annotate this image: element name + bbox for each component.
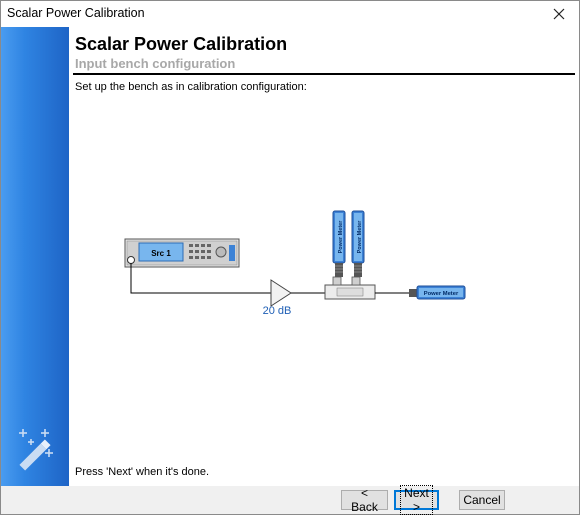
source-label: Src 1 bbox=[151, 249, 171, 258]
cancel-button[interactable]: Cancel bbox=[459, 490, 505, 510]
close-icon bbox=[553, 8, 565, 20]
power-meter-label-top-left: Power Meter bbox=[338, 220, 344, 254]
back-button[interactable]: < Back bbox=[341, 486, 388, 514]
button-bar: < Back Next > Cancel bbox=[1, 485, 579, 515]
title-bar: Scalar Power Calibration bbox=[1, 1, 579, 27]
magic-wand-icon bbox=[19, 429, 53, 471]
amplifier bbox=[270, 279, 292, 307]
next-button[interactable]: Next > bbox=[394, 485, 439, 515]
power-meter-label-output: Power Meter bbox=[424, 291, 459, 297]
wizard-content: Scalar Power Calibration Input bench con… bbox=[69, 27, 579, 486]
wizard-sidebar bbox=[1, 27, 69, 486]
bench-diagram: Src 1 20 dB Power Meter Power Meter Powe… bbox=[124, 210, 466, 317]
amplifier-gain-label: 20 dB bbox=[263, 305, 292, 317]
signal-source-instrument: Src 1 bbox=[124, 238, 240, 268]
power-meter-label-top-right: Power Meter bbox=[357, 220, 363, 254]
window-title: Scalar Power Calibration bbox=[7, 6, 145, 20]
next-button-label: Next > bbox=[400, 485, 433, 515]
footer-hint: Press 'Next' when it's done. bbox=[75, 466, 210, 478]
close-button[interactable] bbox=[539, 1, 579, 27]
power-meter-sensor-output: Power Meter bbox=[416, 285, 466, 300]
power-meter-sensor-left: Power Meter bbox=[332, 210, 346, 277]
wizard-window: Scalar Power Calibration Scalar Power Ca… bbox=[0, 0, 580, 515]
power-splitter bbox=[324, 276, 376, 300]
power-meter-sensor-right: Power Meter bbox=[351, 210, 365, 277]
